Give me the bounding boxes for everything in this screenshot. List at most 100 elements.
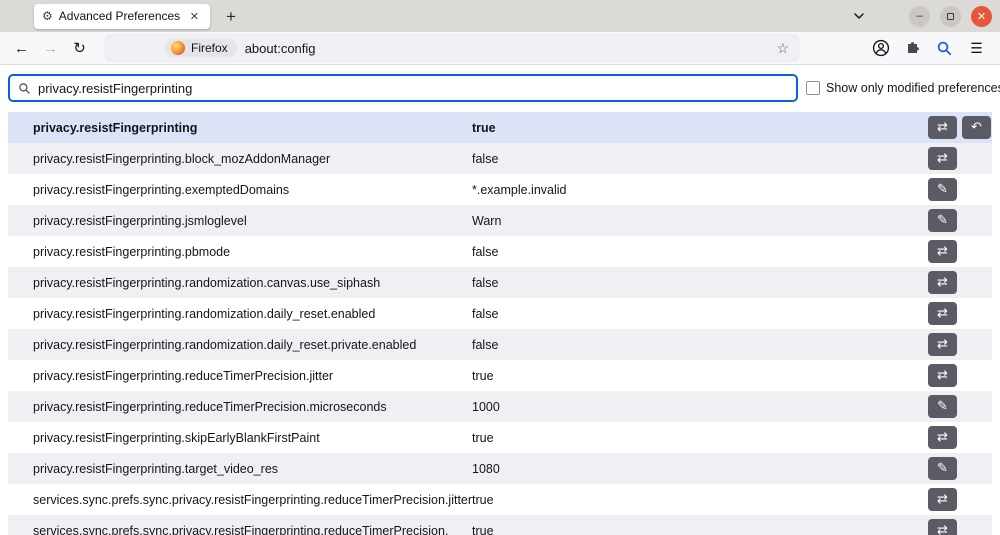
reload-button[interactable]: ↻	[66, 35, 93, 61]
tab-advanced-preferences[interactable]: ⚙ Advanced Preferences ✕	[34, 3, 210, 29]
pref-actions: ⇄ ↶	[928, 116, 992, 139]
toolbar-icons: ☰	[867, 35, 992, 61]
table-row[interactable]: privacy.resistFingerprinting.randomizati…	[8, 298, 992, 329]
pref-name: privacy.resistFingerprinting.pbmode	[33, 244, 231, 259]
show-modified-checkbox[interactable]	[806, 81, 820, 95]
toggle-button[interactable]: ⇄	[928, 333, 957, 356]
pref-actions: ⇄	[928, 240, 992, 263]
toggle-button[interactable]: ⇄	[928, 271, 957, 294]
pref-actions: ⇄	[928, 271, 992, 294]
pref-name: privacy.resistFingerprinting.block_mozAd…	[33, 151, 331, 166]
edit-button[interactable]: ✎	[928, 209, 957, 232]
url-bar[interactable]: Firefox about:config ☆	[105, 35, 799, 61]
table-row[interactable]: privacy.resistFingerprinting.pbmode fals…	[8, 236, 992, 267]
titlebar-controls: – ✕	[847, 4, 992, 28]
toggle-button[interactable]: ⇄	[928, 364, 957, 387]
pref-value: Warn	[472, 213, 502, 228]
forward-button: →	[37, 35, 64, 61]
pref-value: false	[472, 244, 499, 259]
pref-actions: ✎	[928, 178, 992, 201]
reset-button[interactable]: ↶	[962, 116, 991, 139]
about-config-page: Show only modified preferences privacy.r…	[0, 65, 1000, 535]
identity-label: Firefox	[191, 41, 228, 55]
table-row[interactable]: privacy.resistFingerprinting.skipEarlyBl…	[8, 422, 992, 453]
table-row[interactable]: privacy.resistFingerprinting.block_mozAd…	[8, 143, 992, 174]
maximize-button[interactable]	[940, 5, 961, 27]
pref-name: privacy.resistFingerprinting.target_vide…	[33, 461, 279, 476]
pref-value: 1000	[472, 399, 500, 414]
pref-value: true	[472, 492, 494, 507]
identity-chip[interactable]: Firefox	[165, 39, 237, 57]
back-button[interactable]: ←	[8, 35, 35, 61]
pref-actions: ⇄	[928, 302, 992, 325]
pref-name: privacy.resistFingerprinting.randomizati…	[33, 306, 376, 321]
pref-name: services.sync.prefs.sync.privacy.resistF…	[33, 523, 449, 535]
pref-value: false	[472, 151, 499, 166]
tab-close-icon[interactable]: ✕	[187, 9, 202, 24]
edit-button[interactable]: ✎	[928, 178, 957, 201]
titlebar: ⚙ Advanced Preferences ✕ + – ✕	[0, 0, 1000, 32]
toggle-button[interactable]: ⇄	[928, 426, 957, 449]
navigation-bar: ← → ↻ Firefox about:config ☆ ☰	[0, 32, 1000, 65]
toggle-button[interactable]: ⇄	[928, 147, 957, 170]
pref-name: privacy.resistFingerprinting.exemptedDom…	[33, 182, 290, 197]
pref-actions: ✎	[928, 395, 992, 418]
list-tabs-chevron-icon[interactable]	[847, 4, 871, 28]
pref-actions: ✎	[928, 457, 992, 480]
table-row[interactable]: privacy.resistFingerprinting.target_vide…	[8, 453, 992, 484]
table-row[interactable]: privacy.resistFingerprinting.reduceTimer…	[8, 360, 992, 391]
table-row[interactable]: privacy.resistFingerprinting.reduceTimer…	[8, 391, 992, 422]
pref-actions: ✎	[928, 209, 992, 232]
pref-actions: ⇄	[928, 147, 992, 170]
bookmark-star-icon[interactable]: ☆	[776, 40, 789, 57]
table-row[interactable]: privacy.resistFingerprinting.randomizati…	[8, 267, 992, 298]
pref-name: privacy.resistFingerprinting.reduceTimer…	[33, 399, 387, 414]
table-row[interactable]: privacy.resistFingerprinting.jsmloglevel…	[8, 205, 992, 236]
toggle-button[interactable]: ⇄	[928, 116, 957, 139]
toggle-button[interactable]: ⇄	[928, 488, 957, 511]
pref-value: false	[472, 306, 499, 321]
edit-button[interactable]: ✎	[928, 395, 957, 418]
account-icon[interactable]	[867, 35, 894, 61]
edit-button[interactable]: ✎	[928, 457, 957, 480]
pref-actions: ⇄	[928, 364, 992, 387]
toggle-button[interactable]: ⇄	[928, 240, 957, 263]
show-modified-label: Show only modified preferences	[826, 81, 1000, 95]
table-row[interactable]: services.sync.prefs.sync.privacy.resistF…	[8, 484, 992, 515]
pref-name: privacy.resistFingerprinting.reduceTimer…	[33, 368, 334, 383]
pref-actions: ⇄	[928, 488, 992, 511]
pref-actions: ⇄	[928, 426, 992, 449]
table-row[interactable]: privacy.resistFingerprinting true ⇄ ↶	[8, 112, 992, 143]
tab-title: Advanced Preferences	[58, 9, 181, 23]
pref-name: services.sync.prefs.sync.privacy.resistF…	[33, 492, 473, 507]
table-row[interactable]: privacy.resistFingerprinting.randomizati…	[8, 329, 992, 360]
pref-value: false	[472, 275, 499, 290]
new-tab-button[interactable]: +	[218, 3, 244, 29]
pref-actions: ⇄	[928, 519, 992, 535]
pref-value: 1080	[472, 461, 500, 476]
pref-value: true	[472, 120, 496, 135]
search-input[interactable]	[38, 80, 788, 96]
search-highlight-icon[interactable]	[931, 35, 958, 61]
url-text: about:config	[244, 40, 316, 56]
menu-icon[interactable]: ☰	[963, 35, 990, 61]
minimize-button[interactable]: –	[909, 5, 930, 27]
show-modified-filter: Show only modified preferences	[806, 81, 1000, 95]
table-row[interactable]: privacy.resistFingerprinting.exemptedDom…	[8, 174, 992, 205]
table-row[interactable]: services.sync.prefs.sync.privacy.resistF…	[8, 515, 992, 535]
pref-value: false	[472, 337, 499, 352]
pref-value: *.example.invalid	[472, 182, 567, 197]
pref-name: privacy.resistFingerprinting	[33, 120, 198, 135]
pref-value: true	[472, 523, 494, 535]
pref-value: true	[472, 368, 494, 383]
config-search-box[interactable]	[8, 74, 798, 102]
toggle-button[interactable]: ⇄	[928, 302, 957, 325]
toggle-button[interactable]: ⇄	[928, 519, 957, 535]
extensions-puzzle-icon[interactable]	[899, 35, 926, 61]
gear-icon: ⚙	[42, 9, 53, 23]
pref-name: privacy.resistFingerprinting.randomizati…	[33, 275, 381, 290]
pref-name: privacy.resistFingerprinting.jsmloglevel	[33, 213, 247, 228]
browser-window: ⚙ Advanced Preferences ✕ + – ✕ ← → ↻ Fir…	[0, 0, 1000, 535]
pref-actions: ⇄	[928, 333, 992, 356]
close-window-button[interactable]: ✕	[971, 5, 992, 27]
